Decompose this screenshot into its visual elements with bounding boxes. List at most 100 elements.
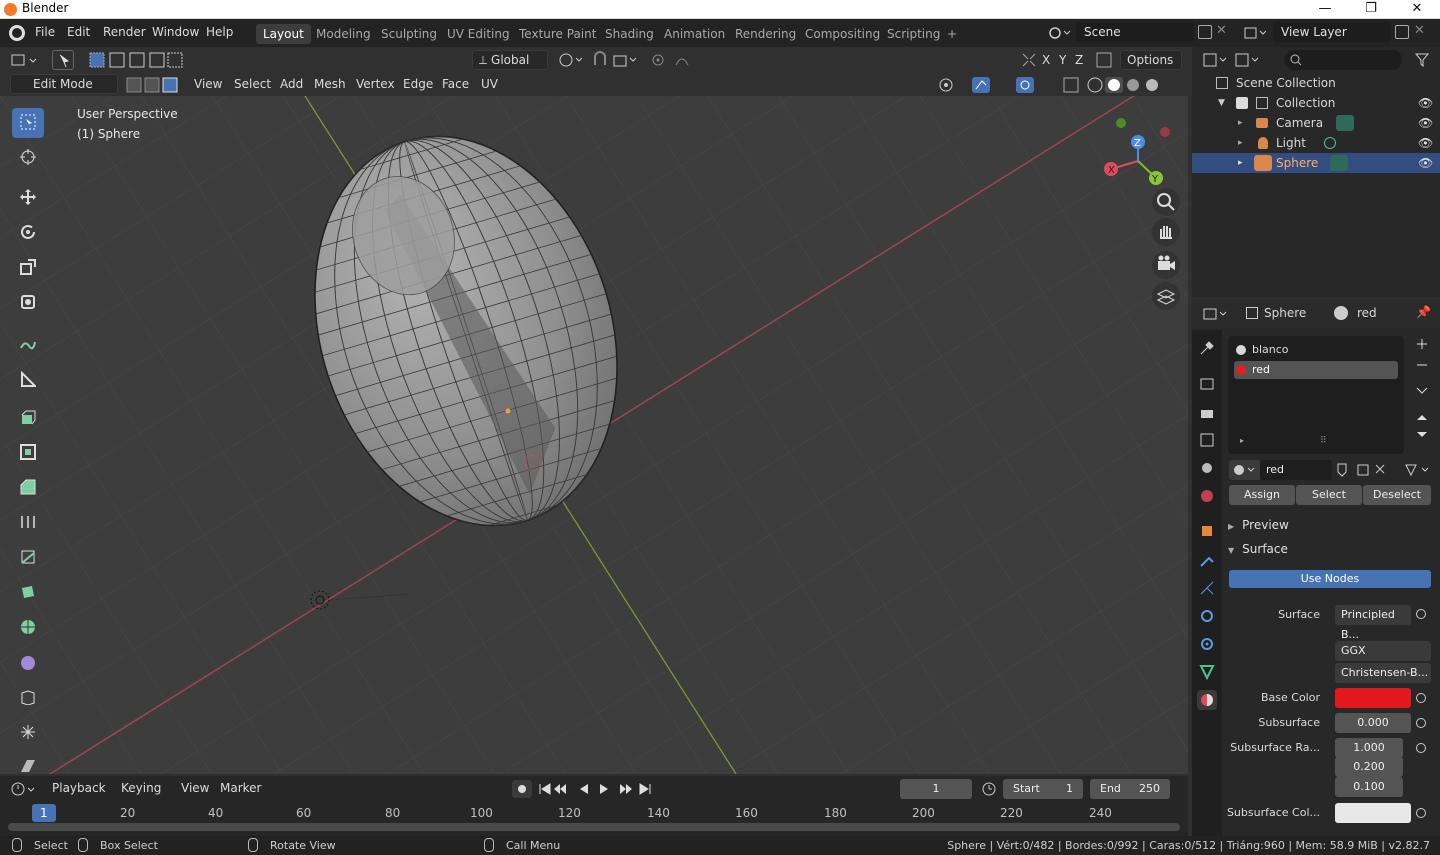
menu-edge[interactable]: Edge — [403, 77, 433, 91]
menu-uv[interactable]: UV — [481, 77, 498, 91]
assign-button[interactable]: Assign — [1229, 485, 1295, 505]
timeline-editor-type-icon[interactable] — [10, 780, 40, 798]
camera-data-icon[interactable] — [1336, 115, 1354, 131]
add-workspace-button[interactable]: + — [940, 24, 964, 44]
physics-tab-icon[interactable] — [1197, 606, 1217, 626]
tab-shading[interactable]: Shading — [598, 24, 661, 44]
knife-tool-icon[interactable] — [12, 543, 44, 573]
ortho-toggle-icon[interactable] — [1152, 282, 1180, 310]
visibility-eye-icon[interactable]: 👁 — [1418, 113, 1433, 133]
material-slot-list[interactable]: blanco red ▸ ⠿ — [1228, 336, 1404, 454]
visibility-eye-icon[interactable]: 👁 — [1418, 133, 1433, 153]
menu-file[interactable]: File — [35, 25, 55, 39]
menu-face[interactable]: Face — [442, 77, 469, 91]
view-layer-icon[interactable] — [1244, 25, 1268, 41]
menu-edit[interactable]: Edit — [67, 25, 90, 39]
visibility-eye-icon[interactable]: 👁 — [1418, 153, 1433, 173]
view-layer-field[interactable]: View Layer — [1273, 22, 1391, 42]
menu-help[interactable]: Help — [206, 25, 233, 39]
scene-name-field[interactable]: Scene — [1076, 22, 1194, 42]
pin-icon[interactable]: 📌 — [1416, 305, 1431, 319]
expand-arrow-icon[interactable]: ▸ — [1238, 113, 1243, 133]
pivot-point-icon[interactable] — [556, 51, 586, 69]
pan-view-icon[interactable] — [1152, 218, 1180, 246]
proportional-edit-icon[interactable] — [650, 51, 700, 69]
menu-mesh[interactable]: Mesh — [314, 77, 346, 91]
slot-list-controls[interactable] — [1412, 336, 1432, 446]
tab-texture-paint[interactable]: Texture Paint — [512, 24, 603, 44]
socket-link-icon[interactable] — [1416, 808, 1426, 818]
expand-arrow-icon[interactable]: ▸ — [1240, 436, 1244, 445]
socket-link-icon[interactable] — [1416, 743, 1426, 753]
tab-modeling[interactable]: Modeling — [309, 24, 378, 44]
minimize-button[interactable]: — — [1302, 0, 1348, 19]
scale-tool-icon[interactable] — [12, 253, 44, 283]
material-datablock-actions[interactable] — [1334, 462, 1400, 478]
new-scene-icon[interactable] — [1198, 25, 1212, 39]
editor-type-icon[interactable] — [10, 51, 40, 69]
expand-arrow-icon[interactable]: ▸ — [1238, 153, 1243, 173]
annotate-tool-icon[interactable] — [12, 330, 44, 360]
spin-tool-icon[interactable] — [12, 613, 44, 643]
menu-vertex[interactable]: Vertex — [356, 77, 395, 91]
timeline-scrollbar[interactable] — [8, 823, 1180, 831]
socket-link-icon[interactable] — [1416, 609, 1426, 619]
outliner-item-light[interactable]: ▸ Light 👁 — [1192, 133, 1440, 153]
scene-icon[interactable] — [1048, 25, 1072, 41]
axis-y-toggle[interactable]: Y — [1059, 53, 1066, 67]
view-layer-tab-icon[interactable] — [1197, 430, 1217, 450]
tab-rendering[interactable]: Rendering — [728, 24, 803, 44]
timeline-menu-view[interactable]: View — [181, 781, 209, 795]
camera-view-icon[interactable] — [1152, 251, 1180, 279]
loop-cut-tool-icon[interactable] — [12, 508, 44, 538]
rotate-tool-icon[interactable] — [12, 218, 44, 248]
preview-range-icon[interactable] — [980, 780, 998, 798]
properties-editor-type-icon[interactable] — [1202, 305, 1232, 323]
material-name-field[interactable]: red — [1260, 460, 1332, 480]
base-color-swatch[interactable] — [1335, 688, 1411, 708]
material-tab-icon[interactable] — [1197, 690, 1217, 710]
collection-checkbox[interactable] — [1236, 97, 1248, 109]
tool-tab-icon[interactable] — [1197, 338, 1217, 358]
outliner-search-input[interactable] — [1284, 50, 1402, 70]
timeline-menu-playback[interactable]: Playback — [52, 781, 106, 795]
axis-x-toggle[interactable]: X — [1042, 53, 1050, 67]
tab-compositing[interactable]: Compositing — [798, 24, 887, 44]
3d-viewport[interactable]: User Perspective (1) Sphere X Y Z — [0, 96, 1188, 774]
snap-icon[interactable] — [592, 51, 642, 69]
output-tab-icon[interactable] — [1197, 402, 1217, 422]
current-frame-field[interactable]: 1 — [900, 779, 972, 799]
options-dropdown[interactable]: Options — [1120, 50, 1182, 70]
maximize-button[interactable]: ❐ — [1348, 0, 1394, 19]
surface-panel-header[interactable]: ▼ Surface — [1228, 542, 1288, 556]
modifier-tab-icon[interactable] — [1197, 550, 1217, 570]
socket-link-icon[interactable] — [1416, 693, 1426, 703]
select-button[interactable]: Select — [1296, 485, 1362, 505]
poly-build-tool-icon[interactable] — [12, 578, 44, 608]
auto-merge-icon[interactable] — [1095, 51, 1113, 69]
data-tab-icon[interactable] — [1197, 662, 1217, 682]
outliner-item-sphere[interactable]: ▸ Sphere 👁 — [1192, 153, 1440, 173]
subsurface-method-dropdown[interactable]: Christensen-B... — [1335, 663, 1431, 683]
transform-tool-icon[interactable] — [12, 288, 44, 318]
filter-icon[interactable] — [1414, 51, 1436, 69]
subsurface-color-swatch[interactable] — [1335, 803, 1411, 823]
world-tab-icon[interactable] — [1197, 486, 1217, 506]
delete-view-layer-icon[interactable]: ✕ — [1414, 23, 1425, 38]
link-mode-icon[interactable] — [1404, 462, 1432, 478]
timeline-menu-marker[interactable]: Marker — [220, 781, 261, 795]
resize-grip-icon[interactable]: ⠿ — [1320, 436, 1327, 446]
tab-sculpting[interactable]: Sculpting — [374, 24, 444, 44]
tab-layout[interactable]: Layout — [256, 24, 311, 44]
tab-animation[interactable]: Animation — [657, 24, 732, 44]
selection-mode-icons[interactable] — [88, 50, 184, 70]
shrink-fatten-tool-icon[interactable] — [12, 718, 44, 748]
menu-add[interactable]: Add — [280, 77, 303, 91]
menu-select[interactable]: Select — [234, 77, 271, 91]
outliner-scene-collection[interactable]: Scene Collection — [1192, 73, 1440, 93]
preview-panel-header[interactable]: ▶ Preview — [1228, 518, 1289, 532]
outliner-header-icons[interactable] — [1200, 51, 1260, 69]
extrude-tool-icon[interactable] — [12, 403, 44, 433]
tab-uv-editing[interactable]: UV Editing — [440, 24, 517, 44]
smooth-tool-icon[interactable] — [12, 648, 44, 678]
